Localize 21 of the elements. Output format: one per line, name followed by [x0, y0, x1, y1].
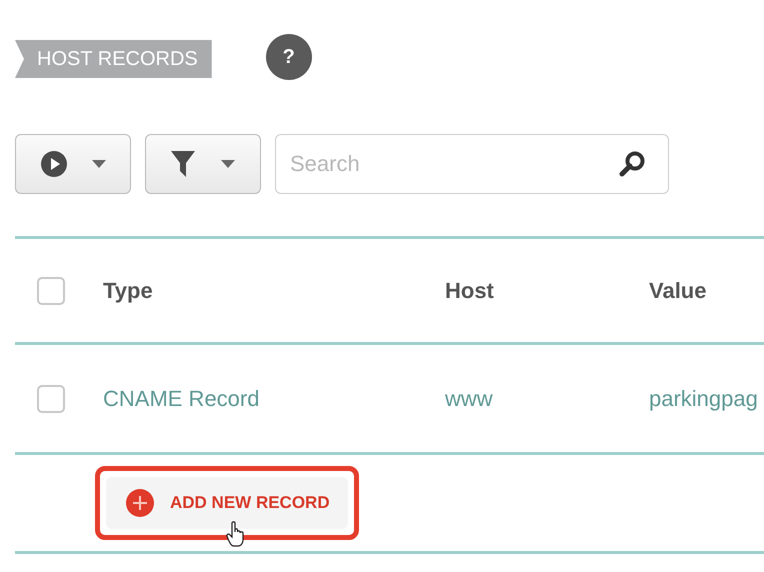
table-cell: www [445, 386, 493, 411]
add-new-record-button[interactable]: ADD NEW RECORD [106, 477, 348, 529]
filter-dropdown-button[interactable] [145, 134, 261, 194]
table-cell: parkingpag [649, 386, 758, 411]
play-icon [40, 151, 66, 177]
caret-icon [221, 160, 235, 168]
checkbox[interactable] [37, 384, 65, 412]
plus-icon [126, 489, 154, 517]
column-header[interactable]: Host [445, 278, 494, 303]
hand-cursor-icon [226, 521, 246, 547]
caret-icon [92, 160, 106, 168]
section-title: HOST RECORDS [15, 40, 212, 78]
table-cell: CNAME Record [103, 386, 260, 411]
actions-dropdown-button[interactable] [15, 134, 131, 194]
filter-icon [171, 151, 195, 177]
checkbox[interactable] [37, 276, 65, 304]
help-button[interactable]: ? [266, 34, 312, 80]
search-icon [619, 151, 645, 177]
search-field[interactable]: Search [275, 134, 669, 194]
column-header[interactable]: Type [103, 278, 153, 303]
column-header[interactable]: Value [649, 278, 706, 303]
